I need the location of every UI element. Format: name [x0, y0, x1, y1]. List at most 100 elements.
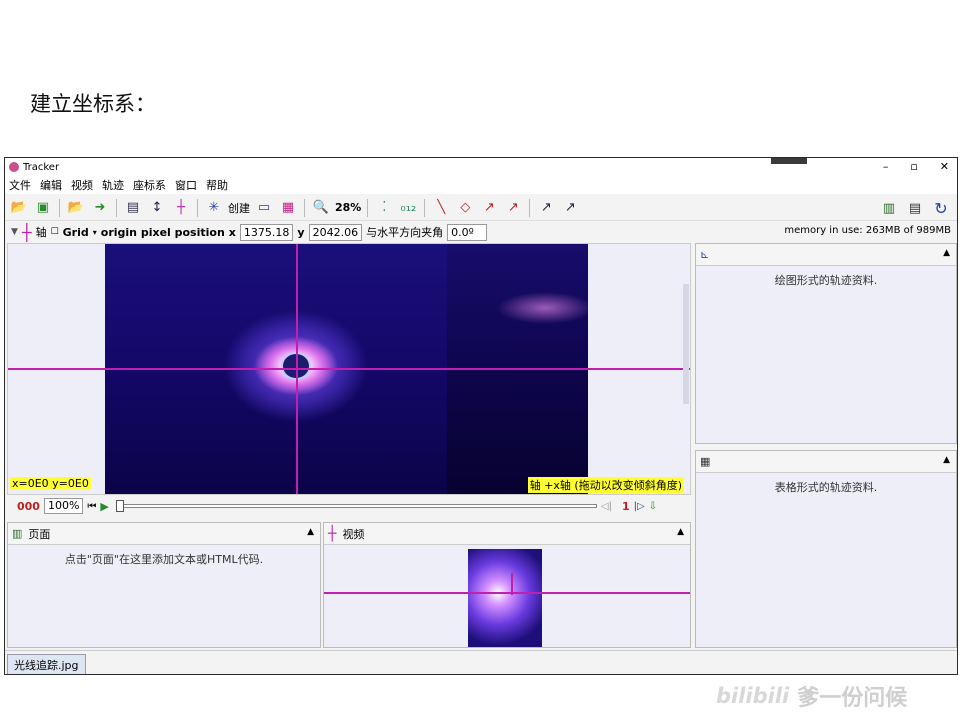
- velocity-icon[interactable]: ↗: [479, 198, 499, 218]
- plot-panel-body: 绘图形式的轨迹资料.: [774, 274, 878, 287]
- mini-y-axis: [511, 573, 513, 595]
- zoom-level[interactable]: 28%: [335, 201, 361, 214]
- acceleration-icon[interactable]: ↗: [503, 198, 523, 218]
- table-panel: ▦ ▲ 表格形式的轨迹资料.: [695, 450, 957, 648]
- y-axis-line[interactable]: [296, 244, 298, 494]
- collapse-icon[interactable]: ▲: [943, 248, 950, 258]
- menu-coords[interactable]: 座标系: [133, 177, 166, 193]
- maximize-button[interactable]: ▫: [910, 158, 917, 176]
- tracker-window: Tracker – ▫ ✕ 文件 编辑 视频 轨迹 座标系 窗口 帮助 📂 ▣ …: [4, 157, 958, 675]
- window-controls: – ▫ ✕: [883, 158, 949, 176]
- trail-icon[interactable]: ⁚: [374, 198, 394, 218]
- video-scrollbar[interactable]: [683, 284, 689, 404]
- zoom-field[interactable]: 100%: [43, 498, 84, 514]
- close-button[interactable]: ✕: [940, 158, 949, 176]
- create-button[interactable]: 创建: [228, 200, 250, 216]
- toolbar-divider: [116, 198, 117, 217]
- file-tab-bar: 光线追踪.jpg: [5, 650, 957, 674]
- chevron-down-icon[interactable]: ▼: [11, 227, 18, 237]
- toolbar-divider: [367, 198, 369, 217]
- page-icon[interactable]: ▤: [905, 198, 925, 218]
- plot-icon: ⊾: [700, 248, 710, 261]
- collapse-icon[interactable]: ▲: [307, 527, 314, 537]
- coordinate-toolbar: ▼ ┼ 轴 ☐ Grid ▾ origin pixel position x 1…: [5, 221, 957, 243]
- import-icon[interactable]: 📂: [66, 198, 86, 218]
- label-icon[interactable]: ₀₁₂: [398, 198, 418, 218]
- page-panel-header[interactable]: ▥ 页面 ▲: [8, 523, 320, 545]
- menu-track[interactable]: 轨迹: [102, 177, 124, 193]
- open-folder-icon[interactable]: 📂: [9, 198, 29, 218]
- grid-checkbox[interactable]: ☐: [51, 227, 59, 237]
- table-panel-body: 表格形式的轨迹资料.: [774, 481, 878, 494]
- mini-x-axis: [324, 592, 690, 594]
- export-arrow-icon[interactable]: ➜: [90, 198, 110, 218]
- toolbar-divider: [59, 198, 60, 217]
- page-panel: ▥ 页面 ▲ 点击"页面"在这里添加文本或HTML代码.: [7, 522, 321, 648]
- tracker-app-icon: [9, 162, 19, 172]
- file-tab[interactable]: 光线追踪.jpg: [7, 654, 86, 674]
- refresh-icon[interactable]: ↻: [931, 198, 951, 218]
- watermark: bilibili 爹一份问候: [716, 680, 907, 712]
- play-icon[interactable]: ▶: [100, 500, 108, 513]
- axes-icon[interactable]: ┼: [171, 198, 191, 218]
- video-panel: ┼ 视频 ▲: [323, 522, 691, 648]
- main-toolbar: 📂 ▣ 📂 ➜ ▤ ↕ ┼ ✳ 创建 ▭ ▦ 🔍 28% ⁚ ₀₁₂ ╲ ◇ ↗…: [5, 195, 957, 221]
- origin-x-field[interactable]: 1375.18: [239, 223, 294, 241]
- menu-help[interactable]: 帮助: [206, 177, 228, 193]
- frame-number[interactable]: 000: [17, 500, 40, 513]
- path-icon[interactable]: ╲: [431, 198, 451, 218]
- menu-edit[interactable]: 编辑: [40, 177, 62, 193]
- notes-icon[interactable]: ▥: [879, 198, 899, 218]
- memory-usage: memory in use: 263MB of 989MB: [784, 225, 951, 236]
- plot-panel: ⊾ ▲ 绘图形式的轨迹资料.: [695, 243, 957, 444]
- save-icon[interactable]: ▣: [33, 198, 53, 218]
- grid-label[interactable]: Grid: [63, 226, 89, 239]
- zoom-icon[interactable]: 🔍: [311, 198, 331, 218]
- video-panel-header[interactable]: ┼ 视频 ▲: [324, 523, 690, 545]
- clip-settings-icon[interactable]: ▤: [123, 198, 143, 218]
- x-label: x: [228, 225, 236, 239]
- toolbar-right: ▥ ▤ ↻: [879, 198, 951, 218]
- video-panel-title: 视频: [342, 527, 365, 541]
- video-viewport[interactable]: x=0E0 y=0E0 轴 +x轴 (拖动以改变倾斜角度): [7, 243, 691, 495]
- point-icon[interactable]: ◇: [455, 198, 475, 218]
- angle-field[interactable]: 0.0º: [447, 223, 488, 241]
- plot-panel-header[interactable]: ⊾ ▲: [696, 244, 956, 266]
- page-panel-title: 页面: [28, 527, 51, 541]
- table-panel-header[interactable]: ▦ ▲: [696, 451, 956, 473]
- menu-window[interactable]: 窗口: [175, 177, 197, 193]
- menu-file[interactable]: 文件: [9, 177, 31, 193]
- slider-thumb[interactable]: [115, 500, 124, 512]
- momentum-icon[interactable]: ↗: [560, 198, 580, 218]
- loop-icon[interactable]: ⇩: [649, 501, 657, 512]
- axis-cross-icon: ┼: [21, 222, 32, 242]
- step-forward-icon[interactable]: |▷: [634, 501, 645, 512]
- color-grid-icon[interactable]: ▦: [278, 198, 298, 218]
- x-axis-line[interactable]: [8, 368, 690, 370]
- frame-slider[interactable]: [115, 500, 597, 512]
- step-size[interactable]: 1: [622, 500, 630, 513]
- menu-bar: 文件 编辑 视频 轨迹 座标系 窗口 帮助: [5, 176, 957, 194]
- collapse-icon[interactable]: ▲: [677, 527, 684, 537]
- minimize-button[interactable]: –: [883, 158, 889, 176]
- axis-label[interactable]: 轴: [36, 224, 47, 240]
- collapse-icon[interactable]: ▲: [943, 455, 950, 465]
- coordinate-readout: x=0E0 y=0E0: [10, 477, 91, 490]
- toolbar-divider: [529, 198, 531, 217]
- toolbar-divider: [197, 198, 198, 217]
- bilibili-logo: bilibili: [716, 684, 790, 708]
- ruler-icon[interactable]: ▭: [254, 198, 274, 218]
- origin-label: origin pixel position: [100, 225, 225, 239]
- window-title: Tracker: [23, 161, 60, 173]
- grid-dropdown-icon[interactable]: ▾: [93, 228, 97, 237]
- watermark-text: 爹一份问候: [797, 686, 908, 711]
- menu-video[interactable]: 视频: [71, 177, 93, 193]
- create-track-icon[interactable]: ✳: [204, 198, 224, 218]
- player-bar: 000 100% ⏮ ▶ ◁| 1 |▷ ⇩: [7, 496, 691, 516]
- reset-icon[interactable]: ⏮: [87, 501, 96, 512]
- origin-y-field[interactable]: 2042.06: [308, 223, 363, 241]
- video-thumbnail[interactable]: [468, 549, 542, 647]
- step-back-icon[interactable]: ◁|: [601, 501, 612, 512]
- calibration-icon[interactable]: ↕: [147, 198, 167, 218]
- force-icon[interactable]: ↗: [536, 198, 556, 218]
